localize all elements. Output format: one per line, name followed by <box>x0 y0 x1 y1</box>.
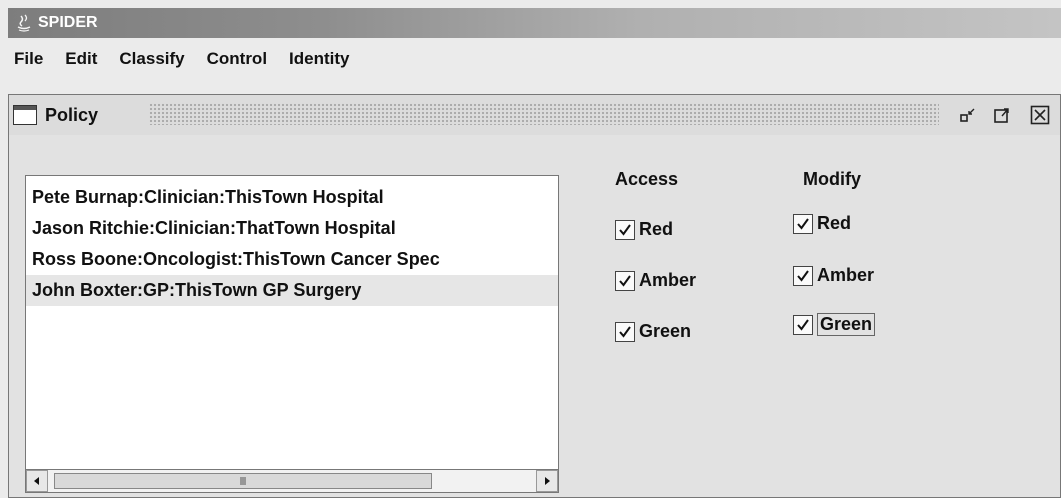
menu-identity[interactable]: Identity <box>287 49 351 69</box>
list-item-selected[interactable]: John Boxter:GP:ThisTown GP Surgery <box>26 275 558 306</box>
access-green-checkbox[interactable]: Green <box>615 321 691 342</box>
access-amber-label: Amber <box>639 270 697 290</box>
window-titlebar[interactable]: SPIDER <box>8 8 1061 38</box>
scroll-right-icon[interactable] <box>536 470 558 492</box>
menu-control[interactable]: Control <box>205 49 269 69</box>
java-icon <box>14 13 34 33</box>
check-icon[interactable] <box>615 321 635 342</box>
modify-amber-label: Amber <box>817 265 875 285</box>
scroll-thumb[interactable] <box>54 473 432 489</box>
menu-edit[interactable]: Edit <box>63 49 99 69</box>
list-item[interactable]: Jason Ritchie:Clinician:ThatTown Hospita… <box>26 213 558 244</box>
modify-red-checkbox[interactable]: Red <box>793 213 851 234</box>
check-icon[interactable] <box>615 219 635 240</box>
grip-icon <box>240 477 246 485</box>
spider-application: SPIDER File Edit Classify Control Identi… <box>8 8 1061 498</box>
modify-green-label: Green <box>817 313 876 336</box>
access-header: Access <box>615 169 679 189</box>
menu-classify[interactable]: Classify <box>117 49 186 69</box>
access-red-label: Red <box>639 219 674 239</box>
modify-red-label: Red <box>817 213 852 233</box>
check-icon[interactable] <box>615 270 635 291</box>
access-red-checkbox[interactable]: Red <box>615 219 673 240</box>
scroll-left-icon[interactable] <box>26 470 48 492</box>
close-icon[interactable] <box>1029 104 1051 126</box>
policy-frame-title: Policy <box>45 104 99 125</box>
modify-green-checkbox[interactable]: Green <box>793 313 876 336</box>
titlebar-grip <box>149 103 939 125</box>
user-list[interactable]: Pete Burnap:Clinician:ThisTown Hospital … <box>25 175 559 493</box>
policy-frame: Policy Pete Burnap:Clinician:ThisTown Ho… <box>8 94 1061 498</box>
menu-bar: File Edit Classify Control Identity <box>8 46 1061 72</box>
horizontal-scrollbar[interactable] <box>25 469 559 493</box>
access-amber-checkbox[interactable]: Amber <box>615 270 696 291</box>
maximize-icon[interactable] <box>991 104 1013 126</box>
policy-frame-titlebar[interactable]: Policy <box>9 95 1060 135</box>
window-icon <box>13 105 37 125</box>
minimize-icon[interactable] <box>957 104 979 126</box>
check-icon[interactable] <box>793 265 813 286</box>
modify-header: Modify <box>803 169 861 189</box>
check-icon[interactable] <box>793 314 813 335</box>
check-icon[interactable] <box>793 213 813 234</box>
menu-file[interactable]: File <box>12 49 45 69</box>
access-green-label: Green <box>639 321 692 341</box>
list-item[interactable]: Pete Burnap:Clinician:ThisTown Hospital <box>26 182 558 213</box>
modify-amber-checkbox[interactable]: Amber <box>793 265 874 286</box>
window-title: SPIDER <box>38 14 98 31</box>
list-item[interactable]: Ross Boone:Oncologist:ThisTown Cancer Sp… <box>26 244 558 275</box>
